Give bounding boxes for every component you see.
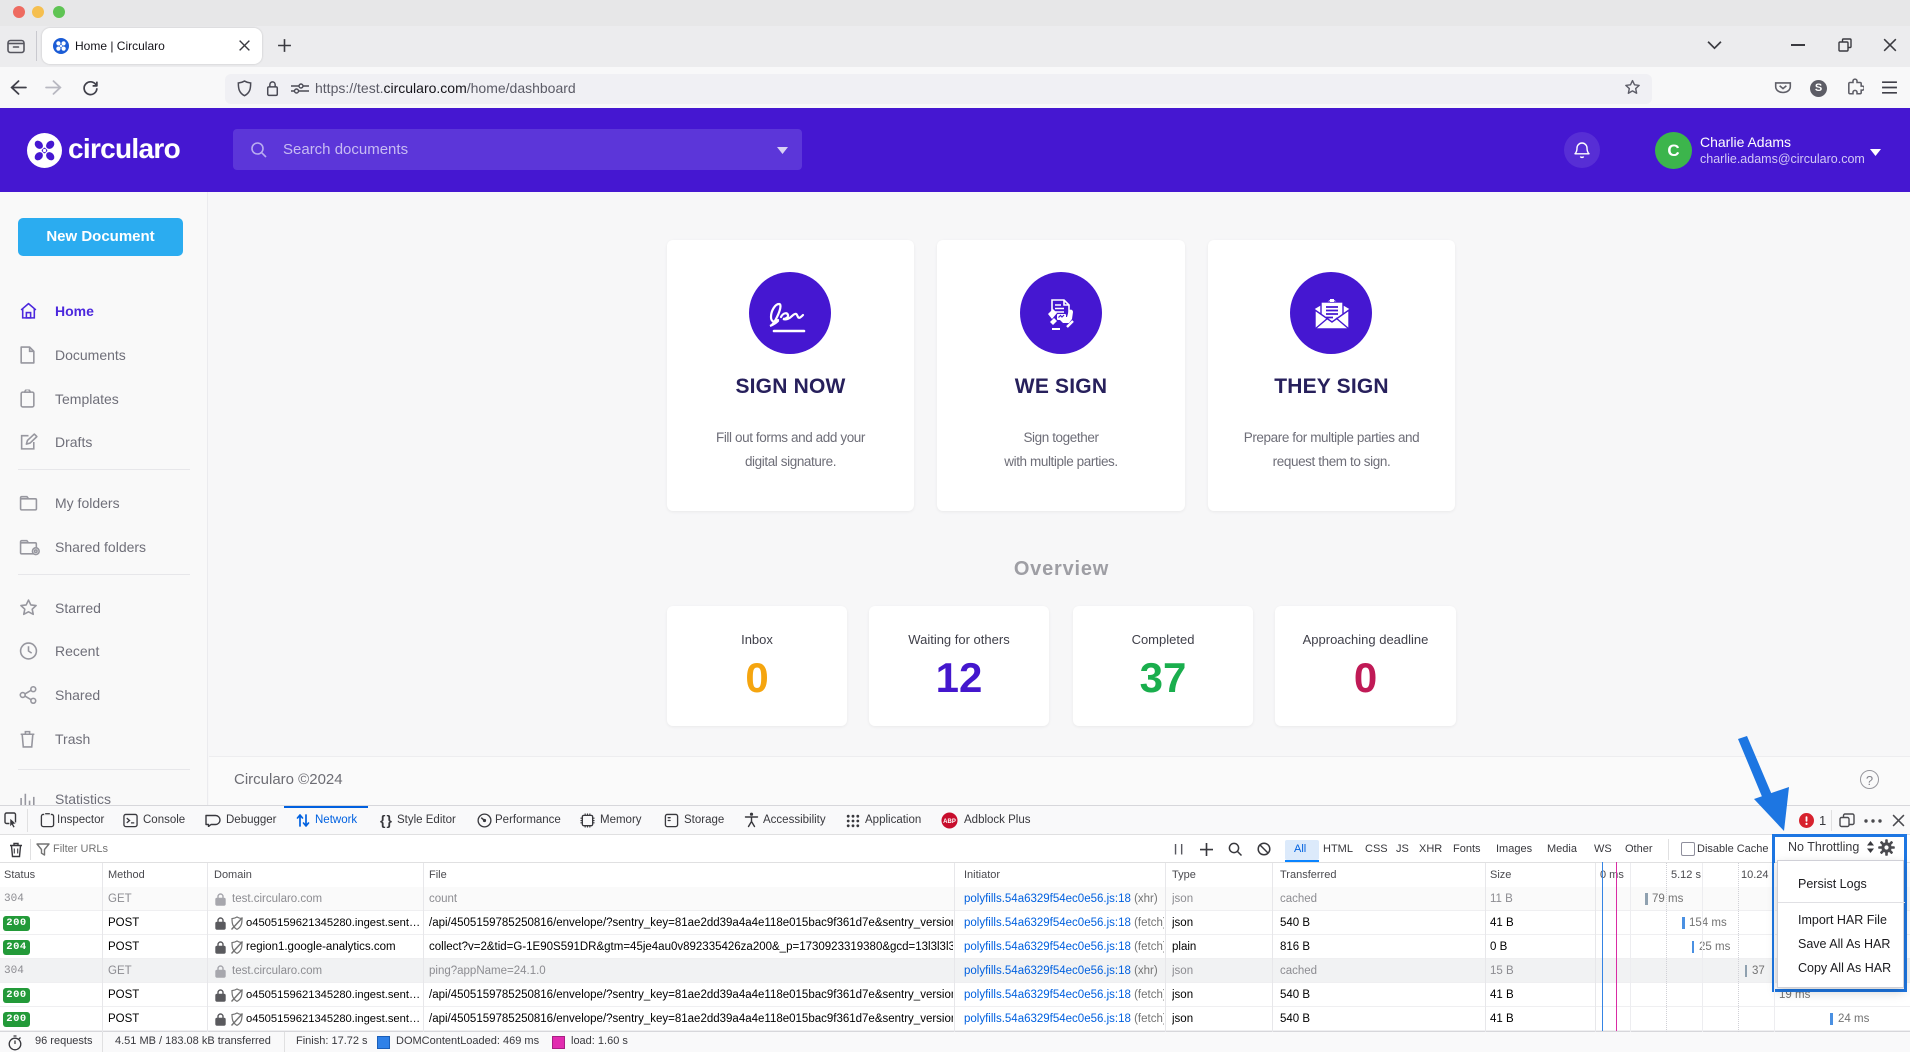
- svg-text:ABP: ABP: [943, 819, 956, 825]
